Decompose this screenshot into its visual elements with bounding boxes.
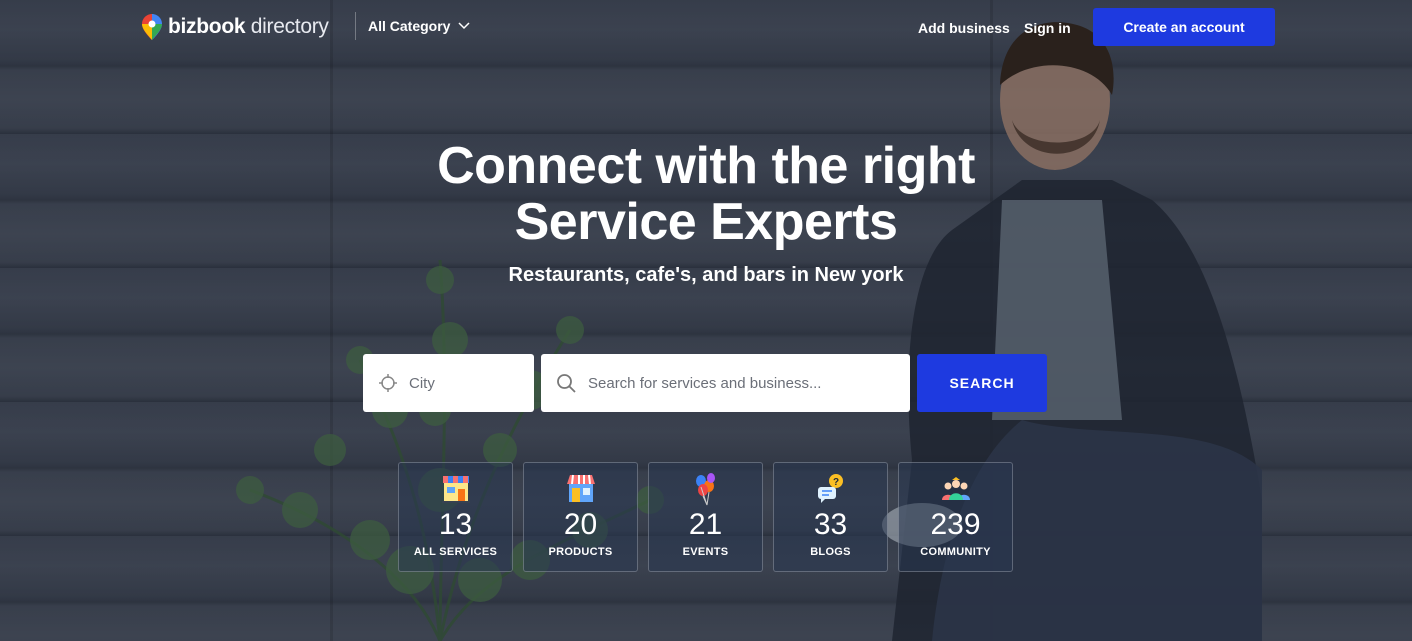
storefront-icon bbox=[441, 476, 470, 503]
search-icon bbox=[557, 374, 576, 393]
logo-brand: bizbook bbox=[168, 15, 246, 38]
svg-text:?: ? bbox=[833, 477, 839, 488]
city-input[interactable] bbox=[407, 373, 534, 393]
stat-label: EVENTS bbox=[682, 546, 729, 558]
stat-card-all-services[interactable]: 13 ALL SERVICES bbox=[398, 462, 513, 572]
category-label: All Category bbox=[368, 18, 451, 34]
shop-icon bbox=[566, 474, 595, 502]
location-crosshair-icon bbox=[379, 374, 397, 392]
stat-card-community[interactable]: 239 COMMUNITY bbox=[898, 462, 1013, 572]
stat-card-blogs[interactable]: ? 33 BLOGS bbox=[773, 462, 888, 572]
top-navigation: bizbook directory All Category Add busin… bbox=[0, 0, 1412, 56]
map-pin-logo-icon bbox=[142, 14, 162, 40]
sign-in-link[interactable]: Sign in bbox=[1024, 20, 1071, 36]
search-button[interactable]: SEARCH bbox=[917, 354, 1047, 412]
hero-title-line2: Service Experts bbox=[514, 193, 898, 251]
chat-question-icon: ? bbox=[817, 474, 843, 503]
stat-count: 33 bbox=[813, 508, 848, 541]
balloons-icon bbox=[695, 473, 715, 506]
hero-title-line1: Connect with the right bbox=[437, 137, 975, 195]
stat-label: COMMUNITY bbox=[920, 546, 991, 558]
hero-title: Connect with the right Service Experts bbox=[0, 138, 1412, 250]
stat-count: 239 bbox=[930, 508, 981, 541]
stat-card-products[interactable]: 20 PRODUCTS bbox=[523, 462, 638, 572]
logo[interactable]: bizbook directory bbox=[142, 14, 329, 40]
create-account-button[interactable]: Create an account bbox=[1093, 8, 1275, 46]
hero-subtitle: Restaurants, cafe's, and bars in New yor… bbox=[508, 264, 904, 286]
logo-suffix: directory bbox=[250, 15, 329, 38]
stat-label: BLOGS bbox=[810, 546, 851, 558]
stat-count: 20 bbox=[563, 508, 598, 541]
header-divider bbox=[355, 12, 356, 40]
stat-label: ALL SERVICES bbox=[413, 546, 498, 558]
stat-count: 21 bbox=[688, 508, 723, 541]
search-field[interactable] bbox=[541, 354, 910, 412]
plant-image bbox=[236, 259, 664, 641]
all-category-dropdown[interactable]: All Category bbox=[368, 18, 470, 34]
stat-card-events[interactable]: 21 EVENTS bbox=[648, 462, 763, 572]
logo-text: bizbook directory bbox=[168, 15, 329, 39]
add-business-link[interactable]: Add business bbox=[918, 20, 1010, 36]
chevron-down-icon bbox=[458, 22, 470, 30]
community-icon bbox=[941, 477, 970, 500]
stat-label: PRODUCTS bbox=[548, 546, 613, 558]
stats-row: 13 ALL SERVICES 20 PRODUCTS 21 EVENTS ? bbox=[398, 462, 1013, 572]
search-input[interactable] bbox=[586, 373, 910, 393]
city-field[interactable] bbox=[363, 354, 534, 412]
stat-count: 13 bbox=[438, 508, 473, 541]
